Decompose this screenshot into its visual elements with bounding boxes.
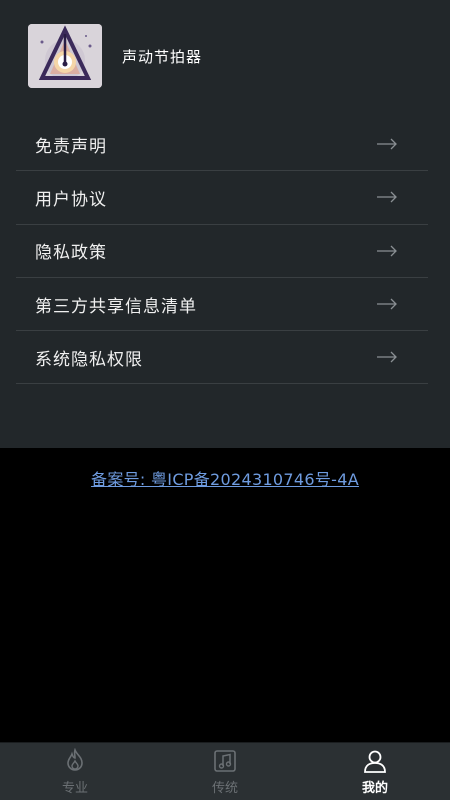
tab-mine[interactable]: 我的 <box>300 743 450 800</box>
arrow-right-icon <box>377 245 397 257</box>
user-icon <box>364 750 386 773</box>
tab-label: 专业 <box>61 780 88 796</box>
menu-item-system-permissions[interactable]: 系统隐私权限 <box>16 331 428 385</box>
music-note-icon <box>214 749 236 772</box>
menu-item-label: 免责声明 <box>35 136 107 157</box>
menu-item-label: 用户协议 <box>35 189 107 210</box>
tab-label: 传统 <box>211 780 238 796</box>
arrow-right-icon <box>377 298 397 310</box>
menu-item-user-agreement[interactable]: 用户协议 <box>16 171 428 225</box>
icp-record: 备案号: 粤ICP备2024310746号-4A <box>0 466 450 490</box>
arrow-right-icon <box>377 191 397 203</box>
app-header: 声动节拍器 <box>28 24 202 88</box>
settings-menu: 免责声明 用户协议 隐私政策 第三方共享信息清单 系统隐私权限 <box>16 118 428 385</box>
bottom-tabbar: 专业 传统 我的 <box>0 742 450 800</box>
menu-item-label: 系统隐私权限 <box>35 349 143 370</box>
tab-traditional[interactable]: 传统 <box>150 743 300 800</box>
icp-link[interactable]: 备案号: 粤ICP备2024310746号-4A <box>91 470 359 489</box>
app-logo <box>28 24 102 88</box>
menu-item-disclaimer[interactable]: 免责声明 <box>16 118 428 172</box>
settings-panel: 声动节拍器 免责声明 用户协议 隐私政策 第三方共享信息清单 系统隐私权限 <box>0 0 450 448</box>
app-name: 声动节拍器 <box>122 47 203 66</box>
menu-item-third-party-sharing[interactable]: 第三方共享信息清单 <box>16 278 428 332</box>
menu-item-privacy-policy[interactable]: 隐私政策 <box>16 225 428 278</box>
menu-item-label: 隐私政策 <box>35 243 107 264</box>
tab-label: 我的 <box>361 780 388 796</box>
menu-item-label: 第三方共享信息清单 <box>35 296 197 317</box>
arrow-right-icon <box>377 138 397 150</box>
arrow-right-icon <box>377 351 397 363</box>
tab-professional[interactable]: 专业 <box>0 743 150 800</box>
flame-icon <box>67 747 83 771</box>
